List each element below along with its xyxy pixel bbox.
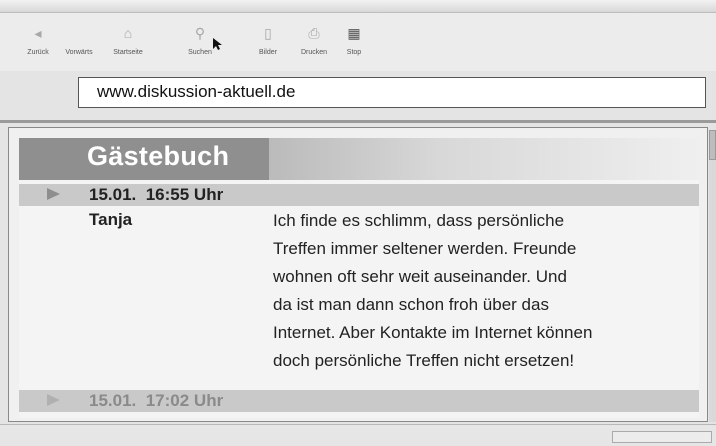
address-bar[interactable]: www.diskussion-aktuell.de [78, 77, 706, 108]
images-icon: ▯ [264, 25, 272, 41]
page-viewport: Gästebuch 15.01. 16:55 Uhr Tanja Ich fin… [8, 127, 708, 422]
stop-button[interactable]: ▦ Stop [330, 23, 378, 69]
mouse-cursor-icon [213, 38, 222, 50]
play-arrow-icon [47, 188, 60, 200]
entry-author: Tanja [89, 210, 133, 229]
page-title: Gästebuch [87, 141, 230, 171]
search-icon: ⚲ [194, 25, 206, 41]
print-icon: ⎙ [308, 25, 320, 41]
guestbook-page: Gästebuch 15.01. 16:55 Uhr Tanja Ich fin… [19, 138, 699, 418]
vertical-scrollbar[interactable] [709, 130, 716, 422]
resize-grip[interactable] [612, 431, 712, 443]
forward-icon [69, 23, 89, 43]
browser-toolbar: ◂ Zurück Vorwärts ⌂ Startseite ⚲ Suchen … [0, 13, 716, 71]
home-button[interactable]: ⌂ Startseite [104, 23, 152, 69]
page-header: Gästebuch [19, 138, 699, 180]
entry-header[interactable]: 15.01. 17:02 Uhr [19, 390, 699, 412]
entry-header[interactable]: 15.01. 16:55 Uhr [19, 184, 699, 206]
entry-message: Ich finde es schlimm, dass persönliche T… [273, 211, 593, 370]
back-icon: ◂ [34, 25, 42, 41]
entry-datetime: 15.01. 17:02 Uhr [89, 391, 224, 410]
images-button[interactable]: ▯ Bilder [244, 23, 292, 69]
entry-datetime: 15.01. 16:55 Uhr [89, 185, 224, 204]
forward-button[interactable]: Vorwärts [55, 23, 103, 69]
divider [0, 120, 716, 123]
scrollbar-thumb[interactable] [709, 130, 716, 160]
window-titlebar [0, 0, 716, 13]
stop-icon: ▦ [347, 25, 361, 41]
status-bar [0, 424, 716, 446]
home-icon: ⌂ [123, 25, 133, 41]
play-arrow-icon [47, 394, 60, 406]
